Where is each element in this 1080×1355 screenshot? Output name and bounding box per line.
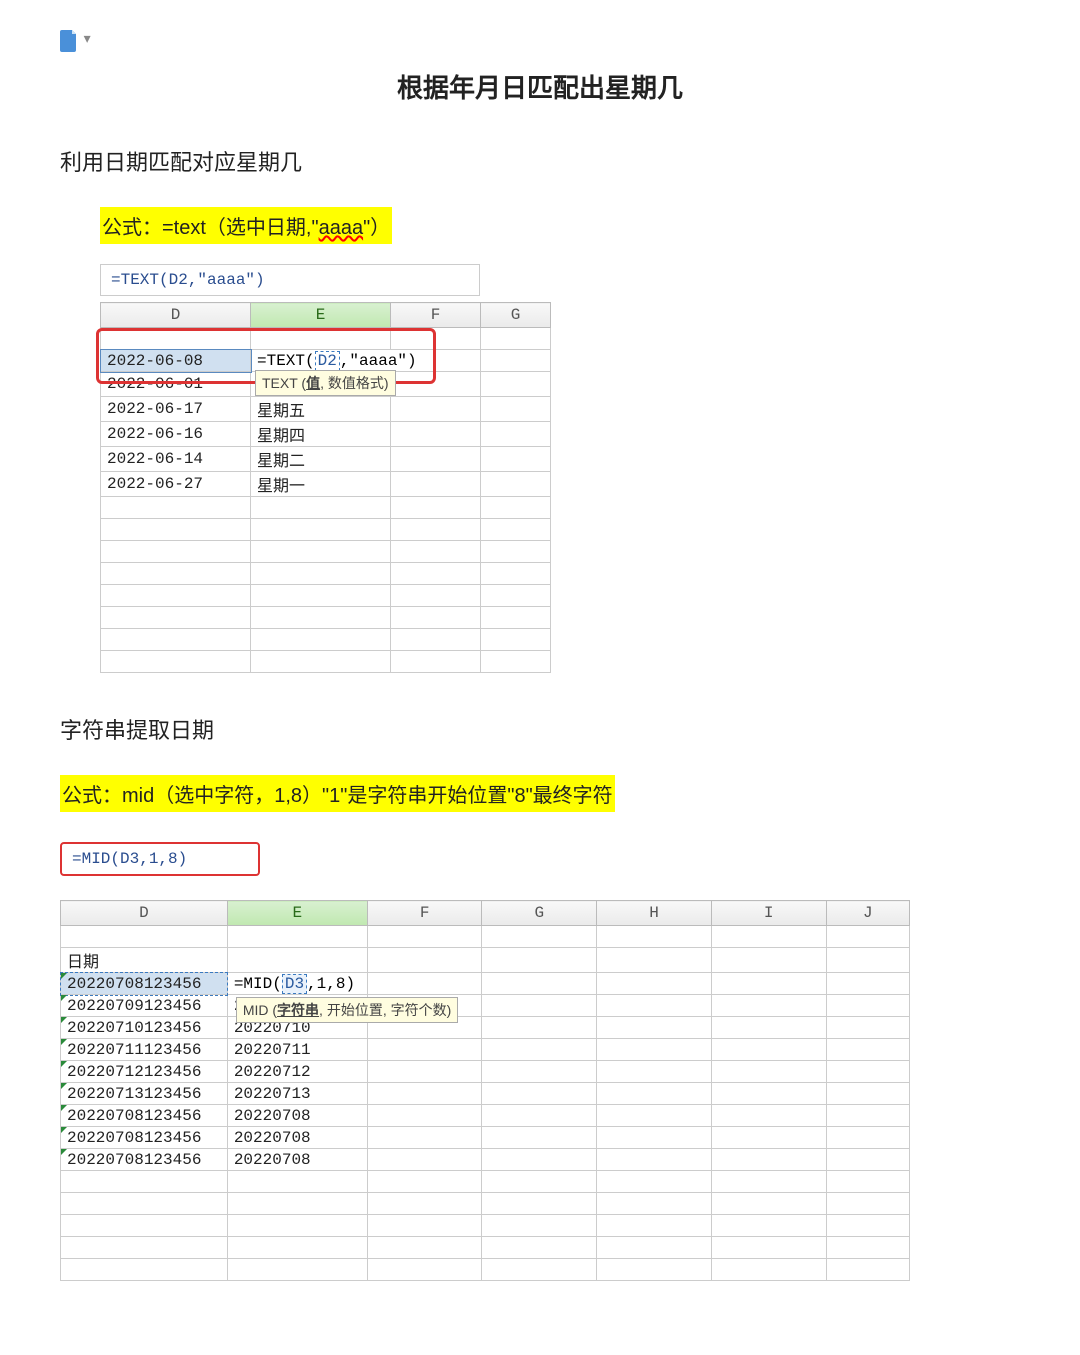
col-I2[interactable]: I xyxy=(711,901,826,926)
cell-E3[interactable]: 星期三 TEXT (值, 数值格式) xyxy=(251,372,391,397)
formula-tooltip-2: MID (字符串, 开始位置, 字符个数) xyxy=(236,997,458,1023)
spreadsheet-1: =TEXT(D2,"aaaa") D E F G 2022-06-08 =TEX… xyxy=(100,264,1020,673)
col-E[interactable]: E xyxy=(251,303,391,328)
column-headers: D E F G xyxy=(101,303,551,328)
page-title: 根据年月日匹配出星期几 xyxy=(60,68,1020,105)
cell-header-date[interactable]: 日期 xyxy=(61,948,228,973)
cell-E2-formula[interactable]: =TEXT(D2,"aaaa") xyxy=(251,350,481,372)
cell-D2[interactable]: 2022-06-08 xyxy=(101,350,251,372)
formula-bar-1[interactable]: =TEXT(D2,"aaaa") xyxy=(100,264,480,296)
section-1-heading: 利用日期匹配对应星期几 xyxy=(60,145,1020,177)
formula-1-highlight: 公式：=text（选中日期,"aaaa"） xyxy=(100,207,392,244)
formula-tooltip-1: TEXT (值, 数值格式) xyxy=(255,370,396,396)
formula-2-highlight: 公式：mid（选中字符，1,8）"1"是字符串开始位置"8"最终字符 xyxy=(60,775,615,812)
col-D[interactable]: D xyxy=(101,303,251,328)
col-G[interactable]: G xyxy=(481,303,551,328)
col-D2[interactable]: D xyxy=(61,901,228,926)
col-G2[interactable]: G xyxy=(482,901,597,926)
cell-D3[interactable]: 2022-06-01 xyxy=(101,372,251,397)
selected-row: 2022-06-08 =TEXT(D2,"aaaa") xyxy=(101,350,551,372)
col-J2[interactable]: J xyxy=(826,901,909,926)
spreadsheet-2: =MID(D3,1,8) D E F G H I J 日期 2022070812… xyxy=(60,842,1020,1281)
document-icon: ▾ xyxy=(60,30,91,58)
col-E2[interactable]: E xyxy=(227,901,367,926)
formula-bar-2[interactable]: =MID(D3,1,8) xyxy=(60,842,260,876)
col-H2[interactable]: H xyxy=(597,901,712,926)
section-2-heading: 字符串提取日期 xyxy=(60,713,1020,745)
cell-E3-formula[interactable]: =MID(D3,1,8) xyxy=(227,973,367,995)
grid-1[interactable]: D E F G 2022-06-08 =TEXT(D2,"aaaa") 2022… xyxy=(100,302,551,673)
col-F[interactable]: F xyxy=(391,303,481,328)
cell-D3[interactable]: 20220708123456 xyxy=(61,973,228,995)
col-F2[interactable]: F xyxy=(367,901,482,926)
grid-2[interactable]: D E F G H I J 日期 20220708123456 =MID(D3,… xyxy=(60,900,910,1281)
column-headers-2: D E F G H I J xyxy=(61,901,910,926)
